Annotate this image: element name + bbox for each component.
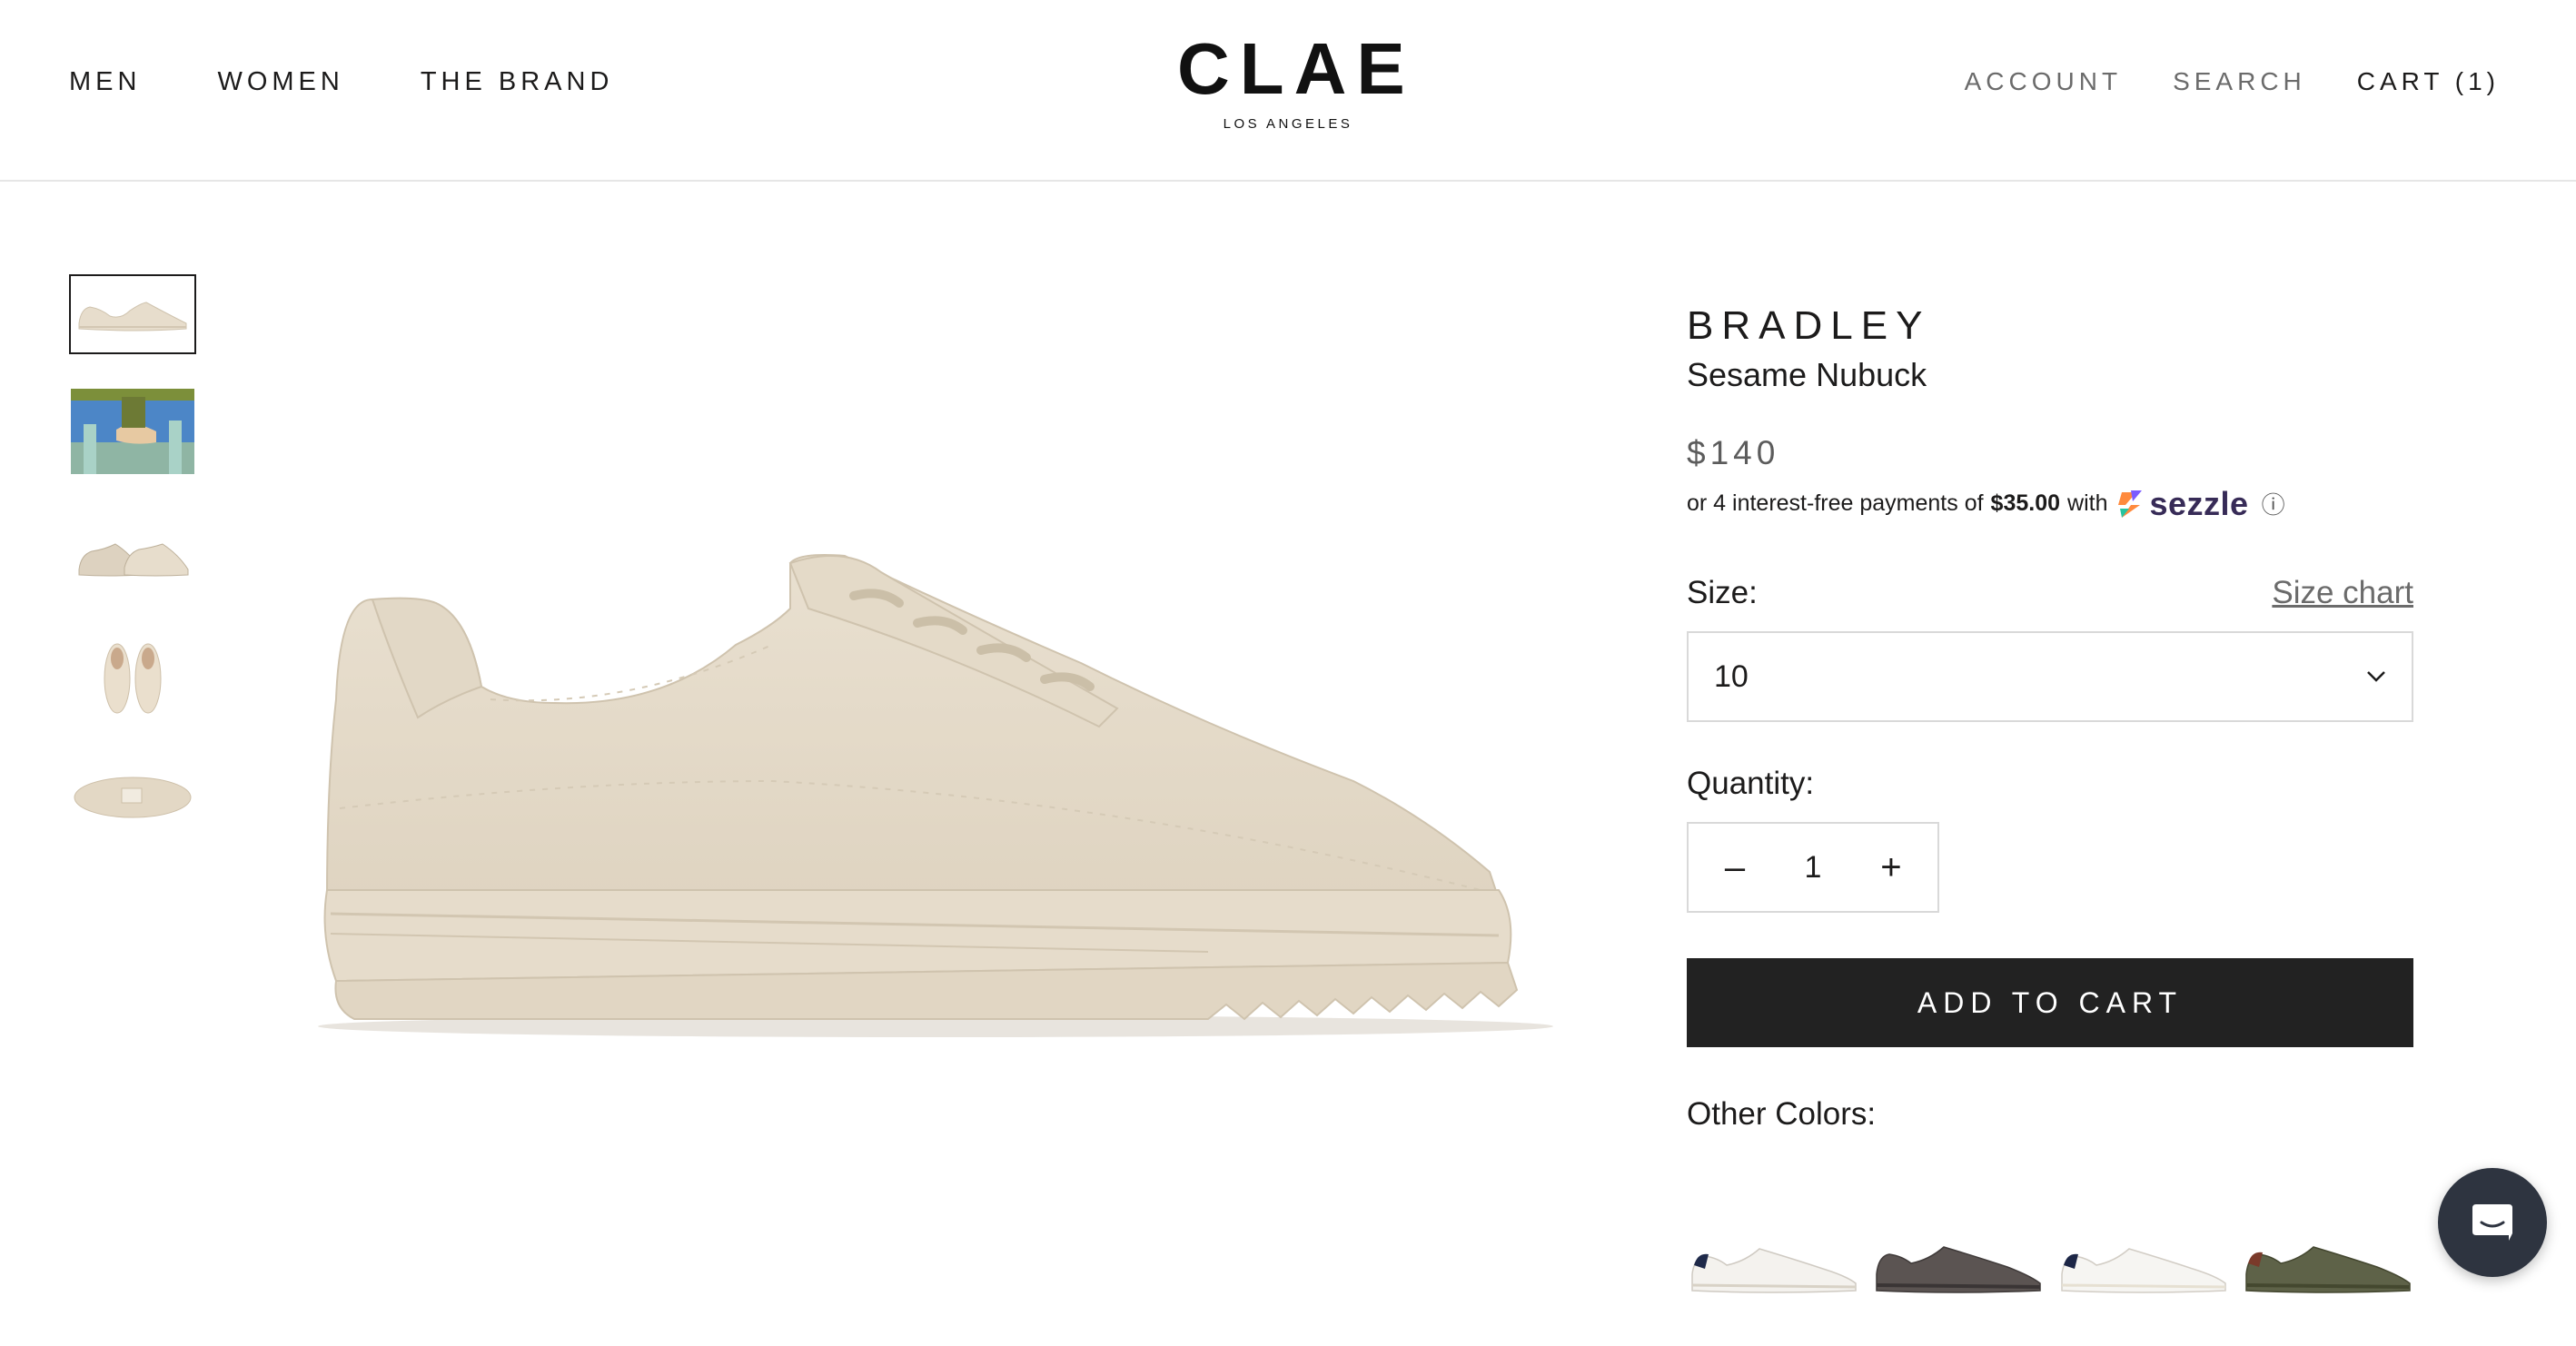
size-select[interactable]: 10 (1687, 631, 2413, 722)
quantity-decrease-button[interactable]: – (1721, 847, 1749, 888)
brand-logo[interactable]: CLAE LOS ANGELES (1177, 28, 1415, 133)
nav-men[interactable]: MEN (69, 67, 141, 97)
shoe-pair-thumb-icon (78, 543, 189, 577)
charcoal-sneaker-icon (1876, 1246, 2042, 1293)
main-product-image[interactable] (300, 509, 1571, 1072)
add-to-cart-button[interactable]: ADD TO CART (1687, 958, 2413, 1047)
color-swatch-olive[interactable] (2241, 1209, 2413, 1300)
nav-search[interactable]: SEARCH (2173, 67, 2306, 96)
size-label: Size: (1687, 575, 1758, 610)
white-sneaker-icon (1691, 1248, 1857, 1293)
product-title: BRADLEY (1687, 303, 1931, 348)
sezzle-wordmark: sezzle (2149, 484, 2249, 522)
thumbnail-sole-view[interactable] (69, 756, 196, 839)
sezzle-prefix: or 4 interest-free payments of (1687, 490, 1984, 516)
olive-sneaker-icon (2245, 1246, 2411, 1293)
size-row: Size: Size chart (1687, 575, 2413, 611)
thumbnail-top-view[interactable] (69, 632, 196, 723)
shoe-side-thumb-icon (78, 302, 187, 332)
nav-cart[interactable]: CART (1) (2357, 67, 2500, 96)
color-swatch-charcoal[interactable] (1871, 1209, 2044, 1300)
sezzle-mark-icon (2118, 490, 2143, 518)
nav-the-brand[interactable]: THE BRAND (421, 67, 614, 97)
other-colors-list (1687, 1209, 2413, 1300)
quantity-value[interactable]: 1 (1805, 850, 1822, 886)
site-header: MEN WOMEN THE BRAND CLAE LOS ANGELES ACC… (0, 0, 2576, 182)
sezzle-logo[interactable]: sezzle (2116, 484, 2249, 522)
lifestyle-photo-icon (71, 389, 194, 474)
quantity-label: Quantity: (1687, 766, 1815, 801)
nav-women[interactable]: WOMEN (217, 67, 343, 97)
product-colorway: Sesame Nubuck (1687, 356, 1927, 393)
sezzle-installments: or 4 interest-free payments of $35.00 wi… (1687, 487, 2413, 520)
utility-nav: ACCOUNT SEARCH CART (1) (1914, 67, 2500, 96)
chat-bubble-icon (2472, 1204, 2512, 1241)
color-swatch-white-navy-2[interactable] (2056, 1209, 2229, 1300)
white-navy-sneaker-icon (2060, 1248, 2226, 1293)
primary-nav: MEN WOMEN THE BRAND (69, 67, 689, 97)
product-price: $140 (1687, 434, 1780, 471)
nav-account[interactable]: ACCOUNT (1965, 67, 2122, 96)
quantity-stepper: – 1 + (1687, 822, 1939, 913)
other-colors-label: Other Colors: (1687, 1096, 1877, 1132)
logo-tagline: LOS ANGELES (1223, 116, 1353, 132)
thumbnail-list (69, 274, 196, 872)
thumbnail-side-view[interactable] (69, 274, 196, 354)
product-info-panel: BRADLEY Sesame Nubuck $140 or 4 interest… (1687, 300, 2413, 1300)
logo-wordmark: CLAE (1177, 28, 1415, 109)
chat-widget-button[interactable] (2438, 1168, 2547, 1277)
sezzle-with: with (2067, 490, 2108, 516)
chevron-down-icon (2367, 671, 2385, 682)
info-icon[interactable]: ⓘ (2262, 487, 2285, 520)
shoe-sole-thumb-icon (74, 777, 192, 818)
color-swatch-white-navy[interactable] (1687, 1209, 1859, 1300)
size-selected-value: 10 (1714, 658, 1749, 694)
sezzle-amount: $35.00 (1990, 490, 2061, 516)
thumbnail-pair-view[interactable] (69, 509, 196, 599)
shoe-top-thumb-icon (104, 643, 162, 714)
sneaker-illustration (318, 554, 1553, 1037)
quantity-increase-button[interactable]: + (1878, 847, 1905, 888)
thumbnail-lifestyle[interactable] (69, 387, 196, 476)
size-chart-link[interactable]: Size chart (2272, 575, 2413, 611)
